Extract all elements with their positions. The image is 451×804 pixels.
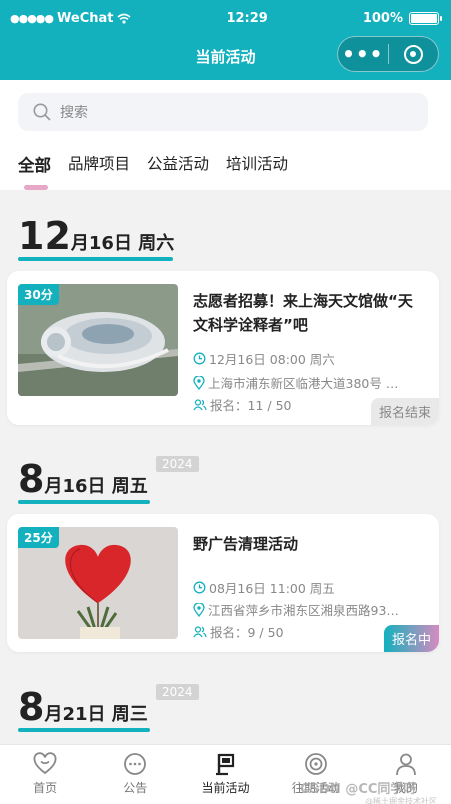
watermark: CSDN @CC同学呀 [300, 782, 417, 797]
date-header: 12 月16日 周六 [18, 214, 175, 261]
date-day: 8 [18, 457, 45, 501]
watermark-small: @稀土掘金技术社区 [365, 797, 437, 804]
close-mini-program-icon[interactable] [389, 44, 439, 64]
activity-image: 30分 [18, 284, 178, 396]
signup-count: 报名：11 / 50 [193, 395, 291, 414]
heart-icon [33, 752, 57, 775]
activity-time: 12月16日 08:00 周六 [193, 349, 335, 368]
activity-address: 江西省萍乡市湘东区湘泉西路93… [193, 600, 430, 619]
clock: 12:29 [226, 10, 268, 26]
search-tabs-area: 搜索 全部 品牌项目 公益活动 培训活动 [0, 80, 451, 190]
tabbar-home[interactable]: 首页 [0, 745, 90, 804]
date-day: 8 [18, 685, 45, 729]
battery-percent: 100% [362, 10, 403, 26]
tab-training[interactable]: 培训活动 [226, 152, 288, 176]
points-badge: 30分 [18, 284, 59, 305]
people-icon [193, 625, 207, 637]
flag-icon [215, 753, 234, 776]
date-header: 8 月21日 周三 [18, 685, 150, 732]
category-tabs: 全部 品牌项目 公益活动 培训活动 [18, 152, 288, 190]
status-badge: 报名结束 [370, 398, 439, 425]
date-rest: 月16日 周六 [70, 233, 175, 254]
activity-title: 志愿者招募！来上海天文馆做“天文科学诠释者”吧 [193, 292, 413, 334]
location-pin-icon [193, 602, 205, 617]
activity-address: 上海市浦东新区临港大道380号 … [193, 373, 430, 392]
status-badge: 报名中 [383, 625, 439, 652]
mini-program-capsule: ••• [337, 36, 439, 72]
search-icon [33, 103, 51, 121]
nav-bar: 当前活动 ••• [0, 36, 451, 76]
activity-card[interactable]: 25分 野广告清理活动 08月16日 11:00 周五 江西省萍乡市湘东区湘泉西… [7, 514, 439, 652]
date-header: 8 月16日 周五 [18, 457, 150, 504]
location-pin-icon [193, 375, 205, 390]
search-placeholder: 搜索 [60, 105, 88, 121]
page-title: 当前活动 [195, 47, 256, 66]
points-badge: 25分 [18, 527, 59, 548]
people-icon [193, 398, 207, 410]
top-bar: ●●●●● WeChat 12:29 100% 当前活动 ••• [0, 0, 451, 80]
activity-card[interactable]: 30分 志愿者招募！来上海天文馆做“天文科学诠释者”吧 12月16日 08:00… [7, 271, 439, 425]
carrier-label: WeChat [57, 10, 114, 26]
year-badge: 2024 [156, 456, 199, 472]
clock-icon [193, 581, 206, 594]
activity-title: 野广告清理活动 [193, 535, 299, 553]
date-day: 12 [18, 214, 71, 258]
battery-icon [408, 11, 442, 25]
target-icon [304, 753, 327, 775]
date-rest: 月16日 周五 [44, 476, 148, 497]
signal-icon: ●●●●● [10, 11, 54, 25]
activity-image: 25分 [18, 527, 178, 639]
tabbar-announcements[interactable]: 公告 [90, 745, 180, 804]
search-input[interactable]: 搜索 [18, 93, 428, 131]
tabbar-current-activities[interactable]: 当前活动 [180, 745, 270, 804]
more-icon[interactable]: ••• [338, 42, 388, 66]
year-badge: 2024 [156, 684, 199, 700]
user-icon [396, 753, 416, 776]
wifi-icon [117, 13, 131, 24]
activity-time: 08月16日 11:00 周五 [193, 578, 335, 597]
status-bar: ●●●●● WeChat 12:29 100% [0, 0, 451, 36]
tab-charity[interactable]: 公益活动 [147, 152, 209, 176]
tab-brand-projects[interactable]: 品牌项目 [68, 152, 130, 176]
chat-icon [124, 753, 147, 775]
tab-all[interactable]: 全部 [18, 152, 51, 190]
signup-count: 报名：9 / 50 [193, 622, 284, 641]
clock-icon [193, 352, 206, 365]
date-rest: 月21日 周三 [44, 704, 148, 725]
